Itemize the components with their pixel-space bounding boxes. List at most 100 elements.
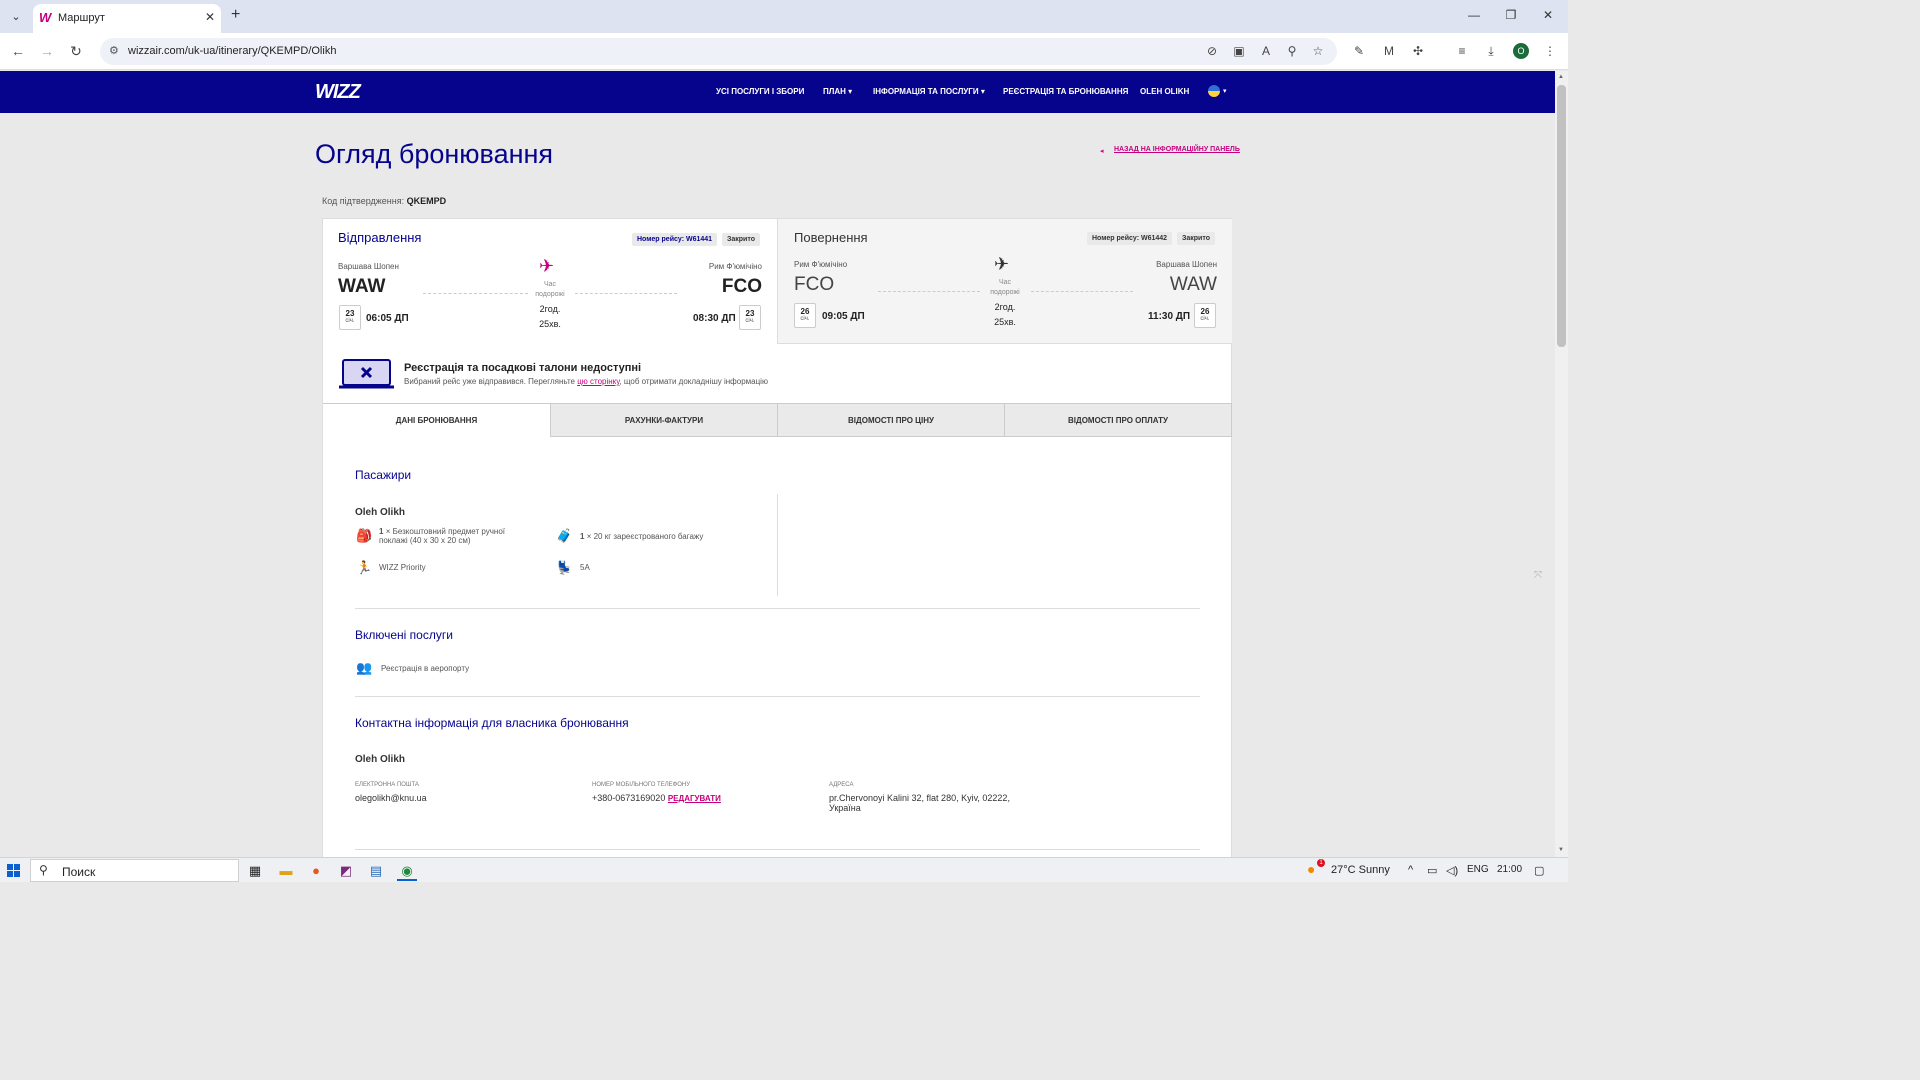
checked-bag-text: 1 × 20 кг зареєстрованого багажу xyxy=(580,532,703,541)
install-app-icon[interactable]: ▣ xyxy=(1230,44,1248,58)
profile-avatar[interactable]: O xyxy=(1513,43,1529,59)
included-service-item: Реєстрація в аеропорту xyxy=(381,664,470,673)
tab-booking-details[interactable]: ДАНІ БРОНЮВАННЯ xyxy=(323,403,551,437)
bookmark-star-icon[interactable]: ☆ xyxy=(1309,44,1327,58)
arrival-day: 26 xyxy=(1200,307,1210,316)
email-label: ЕЛЕКТРОННА ПОШТА xyxy=(355,782,419,788)
departure-day: 26 xyxy=(800,307,810,316)
volume-icon[interactable]: ◁) xyxy=(1446,864,1458,877)
downloads-icon[interactable]: ⤓ xyxy=(1482,44,1500,59)
wizz-logo[interactable]: WIZZ xyxy=(315,81,361,104)
edit-phone-link[interactable]: РЕДАГУВАТИ xyxy=(668,794,721,803)
site-info-icon[interactable]: ⚙ xyxy=(109,44,119,57)
nav-all-services[interactable]: УСІ ПОСЛУГИ І ЗБОРИ xyxy=(716,87,804,96)
extensions-puzzle-icon[interactable]: ✣ xyxy=(1409,44,1427,58)
windows-taskbar: ⚲ Поиск ▦ ▬ ● ◩ ▤ ◉ ● 1 27°C Sunny ^ ▭ ◁… xyxy=(0,857,1568,882)
arrival-date: 26 січ. xyxy=(1194,303,1216,328)
checked-bag-icon: 🧳 xyxy=(556,528,573,543)
nav-user[interactable]: OLEH OLIKH xyxy=(1140,87,1189,96)
language-chevron-icon[interactable]: ▾ xyxy=(1223,87,1227,95)
tab-payment-details[interactable]: ВІДОМОСТІ ПРО ОПЛАТУ xyxy=(1004,403,1232,437)
return-from-code: FCO xyxy=(794,274,835,295)
return-to-code: WAW xyxy=(1169,274,1217,295)
confirmation-code: Код підтвердження: QKEMPD xyxy=(322,196,446,206)
nav-plan[interactable]: ПЛАН ▾ xyxy=(823,87,852,96)
extension-1-icon[interactable]: ✎ xyxy=(1350,44,1368,58)
reload-icon[interactable]: ↻ xyxy=(66,43,86,60)
app-icon[interactable]: ◩ xyxy=(336,861,356,881)
plane-icon: ✈ xyxy=(539,256,555,276)
nav-info[interactable]: ІНФОРМАЦІЯ ТА ПОСЛУГИ ▾ xyxy=(873,87,985,96)
departure-day: 23 xyxy=(345,309,355,318)
clock[interactable]: 21:00 xyxy=(1497,864,1522,875)
side-feedback-icon[interactable]: ⤧ xyxy=(1534,570,1542,581)
notice-text: Вибраний рейс уже відправився. Переглянь… xyxy=(404,377,768,386)
duration-label: Час xyxy=(543,281,557,288)
app-2-icon[interactable]: ▤ xyxy=(366,861,386,881)
scrollbar-thumb[interactable] xyxy=(1557,85,1566,347)
ukraine-flag-icon[interactable] xyxy=(1208,85,1220,97)
duration-hours: 2год. xyxy=(539,304,561,314)
tab-close-icon[interactable]: ✕ xyxy=(205,10,215,24)
outbound-flight: Відправлення Номер рейсу: W61441 Закрито… xyxy=(323,219,777,344)
back-caret-icon: ◂ xyxy=(1100,148,1104,155)
page-scrollbar[interactable]: ▲ ▼ xyxy=(1555,71,1568,857)
section-divider xyxy=(355,696,1200,697)
chrome-icon[interactable]: ◉ xyxy=(397,861,417,881)
media-control-icon[interactable]: ≡ xyxy=(1453,44,1471,58)
translate-icon[interactable]: A xyxy=(1257,44,1275,58)
seat-icon: 💺 xyxy=(556,560,573,575)
checked-bag-label: × 20 кг зареєстрованого багажу xyxy=(586,532,704,541)
restore-icon[interactable]: ❐ xyxy=(1501,8,1521,22)
back-arrow-icon[interactable]: ← xyxy=(8,43,28,59)
task-view-icon[interactable]: ▦ xyxy=(245,861,265,881)
cabin-bag-label: × Безкоштовний предмет ручної xyxy=(385,527,505,536)
return-to-city: Варшава Шопен xyxy=(1156,260,1217,269)
zoom-icon[interactable]: ⚲ xyxy=(1283,44,1301,58)
taskbar-search[interactable]: ⚲ Поиск xyxy=(30,859,239,882)
back-to-dashboard-link[interactable]: НАЗАД НА ІНФОРМАЦІЙНУ ПАНЕЛЬ xyxy=(1114,146,1240,153)
tab-price-details[interactable]: ВІДОМОСТІ ПРО ЦІНУ xyxy=(777,403,1005,437)
outbound-to-code: FCO xyxy=(721,276,762,297)
eye-off-icon[interactable]: ⊘ xyxy=(1203,44,1221,58)
tab-title: Маршрут xyxy=(58,12,105,24)
minimize-icon[interactable]: — xyxy=(1464,8,1484,22)
weather-badge: 1 xyxy=(1317,859,1325,867)
outbound-flight-number: Номер рейсу: W61441 xyxy=(632,233,718,246)
booking-tabs: ДАНІ БРОНЮВАННЯ РАХУНКИ-ФАКТУРИ ВІДОМОСТ… xyxy=(323,403,1233,437)
file-explorer-icon[interactable]: ▬ xyxy=(276,861,296,881)
duration-label: Час xyxy=(998,279,1012,286)
arrival-time: 08:30 ДП xyxy=(693,313,736,324)
forward-arrow-icon[interactable]: → xyxy=(37,43,57,59)
notice-page-link[interactable]: цю сторінку xyxy=(577,377,619,386)
route-line xyxy=(575,293,677,294)
included-services-title: Включені послуги xyxy=(355,628,453,642)
duration-label: подорожі xyxy=(990,289,1020,296)
browser-tab[interactable]: W Маршрут ✕ xyxy=(33,4,221,33)
weather-text[interactable]: 27°C Sunny xyxy=(1331,864,1390,876)
tab-search-chevron-icon[interactable]: ⌄ xyxy=(6,7,26,27)
notice-text-after: , щоб отримати докладнішу інформацію xyxy=(619,377,768,386)
page-title: Огляд бронювання xyxy=(315,139,554,169)
notifications-icon[interactable]: ▢ xyxy=(1534,864,1544,877)
tab-invoices[interactable]: РАХУНКИ-ФАКТУРИ xyxy=(550,403,778,437)
firefox-icon[interactable]: ● xyxy=(306,861,326,881)
menu-kebab-icon[interactable]: ⋮ xyxy=(1541,44,1559,58)
scroll-up-icon[interactable]: ▲ xyxy=(1558,74,1564,80)
phone-label: НОМЕР МОБІЛЬНОГО ТЕЛЕФОНУ xyxy=(592,782,691,788)
scroll-down-icon[interactable]: ▼ xyxy=(1558,847,1564,853)
browser-tab-bar: ⌄ W Маршрут ✕ + — ❐ ✕ xyxy=(0,0,1568,33)
tray-chevron-icon[interactable]: ^ xyxy=(1408,864,1413,876)
outbound-from-city: Варшава Шопен xyxy=(338,262,399,271)
extension-2-icon[interactable]: M xyxy=(1380,44,1398,58)
new-tab-icon[interactable]: + xyxy=(231,6,240,24)
language-indicator[interactable]: ENG xyxy=(1467,864,1489,875)
window-close-icon[interactable]: ✕ xyxy=(1538,8,1558,22)
windows-start-icon[interactable] xyxy=(7,864,21,878)
nav-checkin[interactable]: РЕЄСТРАЦІЯ ТА БРОНЮВАННЯ xyxy=(1003,87,1128,96)
weather-icon[interactable]: ● xyxy=(1307,861,1315,877)
site-header: WIZZ УСІ ПОСЛУГИ І ЗБОРИ ПЛАН ▾ ІНФОРМАЦ… xyxy=(0,71,1555,113)
address-bar[interactable]: ⚙ wizzair.com/uk-ua/itinerary/QKEMPD/Oli… xyxy=(100,38,1337,65)
network-icon[interactable]: ▭ xyxy=(1427,864,1437,877)
nav-plan-label: ПЛАН xyxy=(823,87,846,96)
